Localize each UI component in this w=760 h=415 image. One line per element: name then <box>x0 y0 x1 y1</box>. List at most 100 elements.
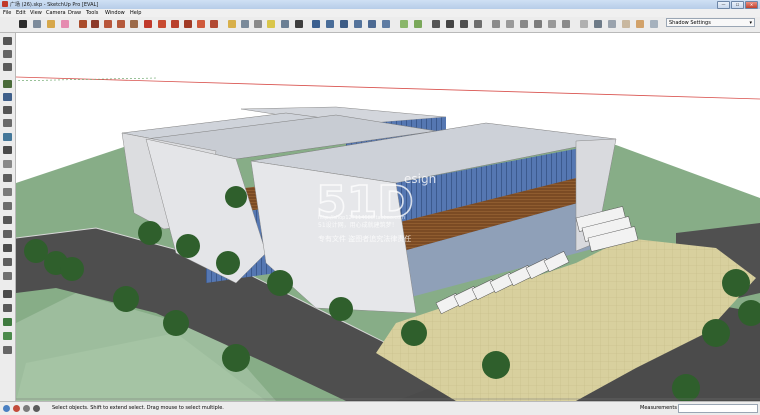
geo-location-icon[interactable] <box>3 405 10 412</box>
close-button[interactable]: ✕ <box>745 1 758 9</box>
polygon-tool-icon[interactable] <box>130 20 138 28</box>
main-toolbar <box>0 17 760 33</box>
outer-shell-icon[interactable] <box>3 202 12 210</box>
arc-tool-icon[interactable] <box>117 20 125 28</box>
credits-icon[interactable] <box>13 405 20 412</box>
plant-icon[interactable] <box>3 318 12 326</box>
shadow-settings-dropdown[interactable]: Shadow Settings ▾ <box>666 18 755 27</box>
solid-inspector-icon[interactable] <box>3 216 12 224</box>
offset-tool-icon[interactable] <box>210 20 218 28</box>
shaded-icon[interactable] <box>622 20 630 28</box>
follow-me-icon[interactable] <box>184 20 192 28</box>
watermark-line2: 专有文件 盗图者追究法律责任 <box>318 234 411 243</box>
sandbox-from-scratch-icon[interactable] <box>3 50 12 58</box>
dimension-icon[interactable] <box>241 20 249 28</box>
eraser-icon[interactable] <box>61 20 69 28</box>
look-around-icon[interactable] <box>460 20 468 28</box>
maximize-button[interactable]: ☐ <box>731 1 744 9</box>
status-message: Select objects. Shift to extend select. … <box>52 405 224 411</box>
menu-draw[interactable]: Draw <box>68 10 81 16</box>
right-view-icon[interactable] <box>534 20 542 28</box>
select-tool-icon[interactable] <box>19 20 27 28</box>
joint-push-pull-icon[interactable] <box>3 304 12 312</box>
measurements-input[interactable] <box>678 404 758 413</box>
top-view-icon[interactable] <box>506 20 514 28</box>
model-viewport[interactable]: 51D esign http://shop127114680.taobao.co… <box>16 33 760 401</box>
position-camera-icon[interactable] <box>432 20 440 28</box>
chevron-down-icon: ▾ <box>749 20 752 26</box>
monochrome-icon[interactable] <box>650 20 658 28</box>
text-tool-icon[interactable] <box>267 20 275 28</box>
tape-measure-icon[interactable] <box>228 20 236 28</box>
minimize-button[interactable]: — <box>717 1 730 9</box>
get-models-icon[interactable] <box>400 20 408 28</box>
back-view-icon[interactable] <box>548 20 556 28</box>
trim-icon[interactable] <box>3 174 12 182</box>
walk-icon[interactable] <box>446 20 454 28</box>
left-toolbar <box>0 33 16 401</box>
watermark-logo-sub: esign <box>404 172 436 186</box>
share-model-icon[interactable] <box>414 20 422 28</box>
hidden-line-icon[interactable] <box>608 20 616 28</box>
window-title: 广场 (26).skp - SketchUp Pro [EVAL] <box>10 2 99 8</box>
previous-view-icon[interactable] <box>368 20 376 28</box>
scale-tool-icon[interactable] <box>197 20 205 28</box>
pan-icon[interactable] <box>326 20 334 28</box>
section-plane-icon[interactable] <box>474 20 482 28</box>
line-tool-icon[interactable] <box>91 20 99 28</box>
menu-help[interactable]: Help <box>130 10 141 16</box>
shadow-settings-label: Shadow Settings <box>669 20 711 26</box>
help-icon[interactable] <box>23 405 30 412</box>
zoom-window-icon[interactable] <box>354 20 362 28</box>
left-view-icon[interactable] <box>562 20 570 28</box>
array-icon[interactable] <box>3 244 12 252</box>
user-icon[interactable] <box>33 405 40 412</box>
extrude-icon[interactable] <box>3 258 12 266</box>
push-pull-icon[interactable] <box>158 20 166 28</box>
wireframe-icon[interactable] <box>594 20 602 28</box>
stamp-icon[interactable] <box>3 80 12 88</box>
rotate-tool-icon[interactable] <box>171 20 179 28</box>
smoove-icon[interactable] <box>3 63 12 71</box>
3d-text-icon[interactable] <box>295 20 303 28</box>
protractor-icon[interactable] <box>254 20 262 28</box>
orbit-icon[interactable] <box>312 20 320 28</box>
iso-view-icon[interactable] <box>492 20 500 28</box>
rectangle-tool-icon[interactable] <box>79 20 87 28</box>
menu-file[interactable]: File <box>3 10 11 16</box>
watermark-url: http://shop127114680.taobao.com <box>318 215 405 221</box>
circle-tool-icon[interactable] <box>104 20 112 28</box>
drape-icon[interactable] <box>3 93 12 101</box>
axes-tool-icon[interactable] <box>281 20 289 28</box>
zoom-extents-icon[interactable] <box>382 20 390 28</box>
subtract-icon[interactable] <box>3 160 12 168</box>
shaded-textures-icon[interactable] <box>636 20 644 28</box>
scene-render: 51D esign http://shop127114680.taobao.co… <box>16 33 760 401</box>
leaf-icon[interactable] <box>3 332 12 340</box>
sandbox-from-contours-icon[interactable] <box>3 37 12 45</box>
flip-edge-icon[interactable] <box>3 119 12 127</box>
move-tool-icon[interactable] <box>144 20 152 28</box>
make-component-icon[interactable] <box>33 20 41 28</box>
menu-window[interactable]: Window <box>105 10 125 16</box>
window-controls: — ☐ ✕ <box>717 1 758 9</box>
menu-view[interactable]: View <box>30 10 42 16</box>
component-options-icon[interactable] <box>3 346 12 354</box>
paint-bucket-icon[interactable] <box>47 20 55 28</box>
status-bar: Select objects. Shift to extend select. … <box>0 401 760 415</box>
curve-icon[interactable] <box>3 272 12 280</box>
weld-icon[interactable] <box>3 290 12 298</box>
watermark-line1: 51设计网，用心成就建筑梦！ <box>318 221 398 229</box>
union-icon[interactable] <box>3 146 12 154</box>
add-detail-icon[interactable] <box>3 106 12 114</box>
menu-camera[interactable]: Camera <box>46 10 66 16</box>
sketchup-app-icon <box>2 1 8 7</box>
zoom-icon[interactable] <box>340 20 348 28</box>
grid-icon[interactable] <box>3 230 12 238</box>
split-icon[interactable] <box>3 188 12 196</box>
intersect-icon[interactable] <box>3 133 12 141</box>
menu-tools[interactable]: Tools <box>86 10 98 16</box>
xray-icon[interactable] <box>580 20 588 28</box>
menu-edit[interactable]: Edit <box>16 10 26 16</box>
front-view-icon[interactable] <box>520 20 528 28</box>
